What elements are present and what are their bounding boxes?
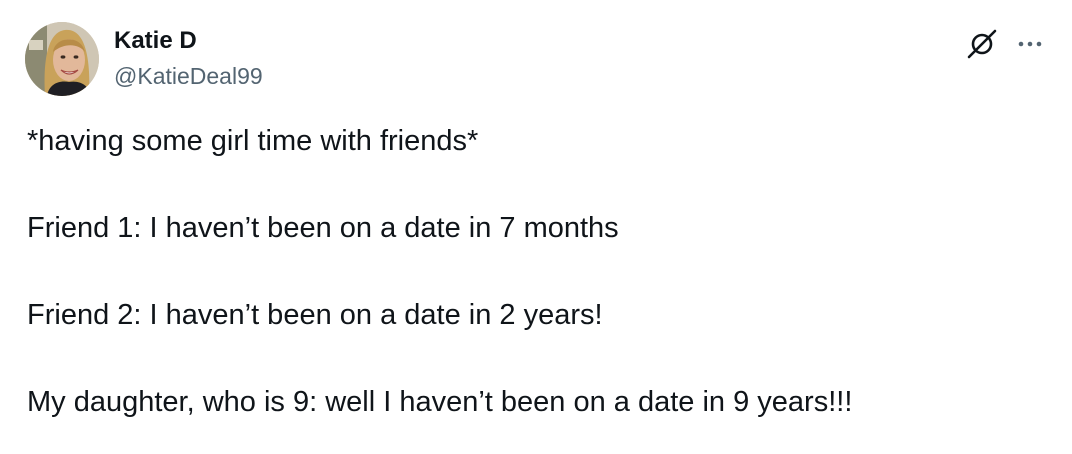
tweet-line: My daughter, who is 9: well I haven’t be… xyxy=(27,386,853,418)
tweet-line: Friend 1: I haven’t been on a date in 7 … xyxy=(27,212,619,244)
avatar-image xyxy=(25,22,99,96)
tweet-card: Katie D @KatieDeal99 *having some girl t… xyxy=(0,0,1072,454)
tweet-line: Friend 2: I haven’t been on a date in 2 … xyxy=(27,299,603,331)
more-options-icon[interactable] xyxy=(1012,26,1048,62)
user-handle[interactable]: @KatieDeal99 xyxy=(114,62,263,90)
avatar[interactable] xyxy=(25,22,99,96)
display-name[interactable]: Katie D xyxy=(114,26,197,56)
tweet-text: *having some girl time with friends* Fri… xyxy=(27,124,1047,419)
grok-icon[interactable] xyxy=(964,26,1000,62)
tweet-line: *having some girl time with friends* xyxy=(27,125,479,157)
